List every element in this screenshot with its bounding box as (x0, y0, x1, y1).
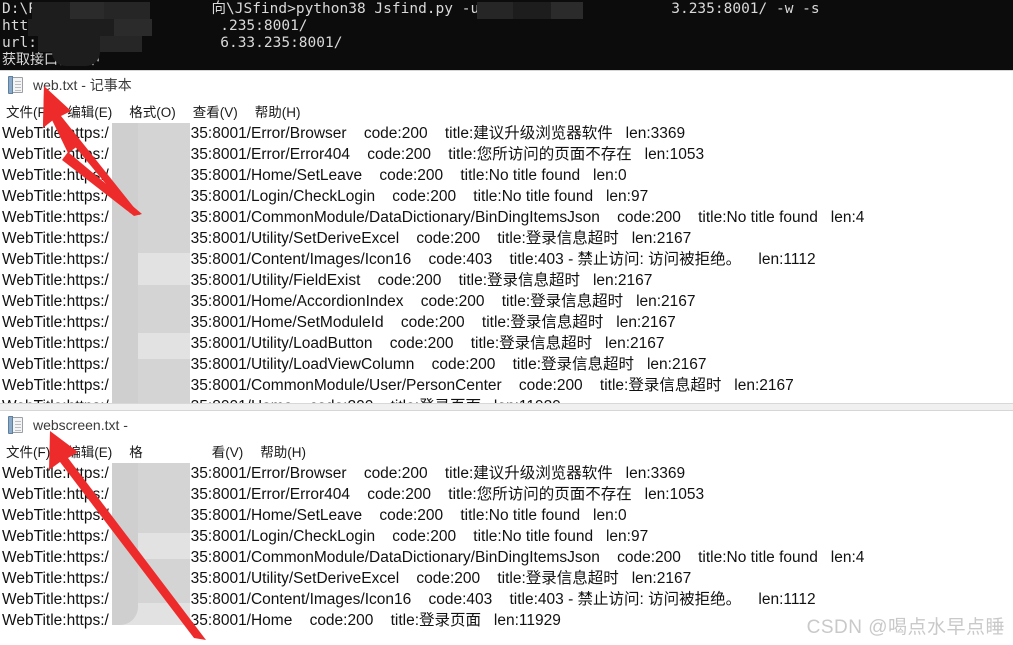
terminal-redaction-9 (477, 2, 513, 19)
terminal-redaction-10 (513, 2, 551, 19)
text-line: WebTitle:https:/ 3.235:8001/Login/CheckL… (2, 188, 649, 205)
redaction-block-6 (112, 123, 138, 410)
terminal-window[interactable]: D:\Py 向\JSfind>python38 Jsfind.py -u htt… (0, 0, 1013, 70)
terminal-redaction-5 (114, 19, 152, 36)
titlebar-webscreen-txt[interactable]: webscreen.txt - (0, 411, 1013, 439)
menu-item-format[interactable]: 格 (129, 441, 143, 461)
text-line: WebTitle:https:/ 3.235:8001/Utility/SetD… (2, 230, 692, 247)
statusbar-web-txt (0, 403, 1013, 410)
terminal-redaction-3 (104, 2, 150, 19)
text-line: WebTitle:https:/ 3.235:8001/Home/SetModu… (2, 314, 676, 331)
menu-item-file[interactable]: 文件(F) (6, 101, 50, 121)
text-line: WebTitle:https:/ 3.235:8001/Utility/Load… (2, 335, 665, 352)
notepad-icon (8, 416, 25, 434)
window-title: web.txt - 记事本 (33, 77, 132, 93)
notepad-icon (8, 76, 25, 94)
terminal-redaction-11 (551, 2, 583, 19)
text-line: WebTitle:https:/ 3.235:8001/Error/Browse… (2, 125, 686, 142)
menu-item-file[interactable]: 文件(F) (6, 441, 50, 461)
text-line: WebTitle:https:/ 3.235:8001/Home/Accordi… (2, 293, 696, 310)
text-line: WebTitle:https:/ 3.235:8001/Error/Browse… (2, 465, 686, 482)
terminal-redaction-8 (52, 50, 100, 66)
screenshot-root: D:\Py 向\JSfind>python38 Jsfind.py -u htt… (0, 0, 1013, 645)
terminal-redaction-4 (28, 19, 114, 36)
text-line: WebTitle:https:/ 3.235:8001/Home/SetLeav… (2, 507, 627, 524)
menu-item-help[interactable]: 帮助(H) (255, 101, 301, 121)
menu-item-format[interactable]: 格式(O) (129, 101, 176, 121)
text-line: WebTitle:https:/ 3.235:8001/Error/Error4… (2, 486, 705, 503)
text-line: WebTitle:https:/ 3.235:8001/Home code:20… (2, 612, 561, 629)
csdn-watermark: CSDN @喝点水早点睡 (806, 617, 1005, 638)
terminal-redaction-7 (100, 36, 142, 52)
text-line: WebTitle:https:/ 3.235:8001/Utility/Load… (2, 356, 707, 373)
redaction-block-11 (112, 463, 138, 625)
terminal-redaction-2 (70, 2, 104, 19)
terminal-redaction-1 (32, 2, 70, 19)
titlebar-web-txt[interactable]: web.txt - 记事本 (0, 71, 1013, 99)
window-title: webscreen.txt - (33, 417, 128, 433)
menu-item-edit[interactable]: 编辑(E) (67, 441, 112, 461)
menu-item-edit[interactable]: 编辑(E) (67, 101, 112, 121)
text-line: WebTitle:https:/ 3.235:8001/Home/SetLeav… (2, 167, 627, 184)
menu-item-view[interactable]: 查看(V) (193, 101, 238, 121)
text-line: WebTitle:https:/ 3.235:8001/Error/Error4… (2, 146, 705, 163)
text-line: WebTitle:https:/ 3.235:8001/Utility/Fiel… (2, 272, 653, 289)
textarea-web-txt[interactable]: WebTitle:https:/ 3.235:8001/Error/Browse… (0, 123, 1013, 410)
menu-item-help[interactable]: 帮助(H) (260, 441, 306, 461)
text-line: WebTitle:https:/ 3.235:8001/Login/CheckL… (2, 528, 649, 545)
notepad-window-webscreen-txt[interactable]: webscreen.txt - 文件(F) 编辑(E) 格 看(V) 帮助(H)… (0, 410, 1013, 645)
text-line: WebTitle:https:/ 3.235:8001/Utility/SetD… (2, 570, 692, 587)
notepad-window-web-txt[interactable]: web.txt - 记事本 文件(F) 编辑(E) 格式(O) 查看(V) 帮助… (0, 70, 1013, 410)
menubar-web-txt[interactable]: 文件(F) 编辑(E) 格式(O) 查看(V) 帮助(H) (0, 99, 1013, 123)
menubar-webscreen-txt[interactable]: 文件(F) 编辑(E) 格 看(V) 帮助(H) (0, 439, 1013, 463)
menu-item-view[interactable]: 看(V) (212, 441, 244, 461)
